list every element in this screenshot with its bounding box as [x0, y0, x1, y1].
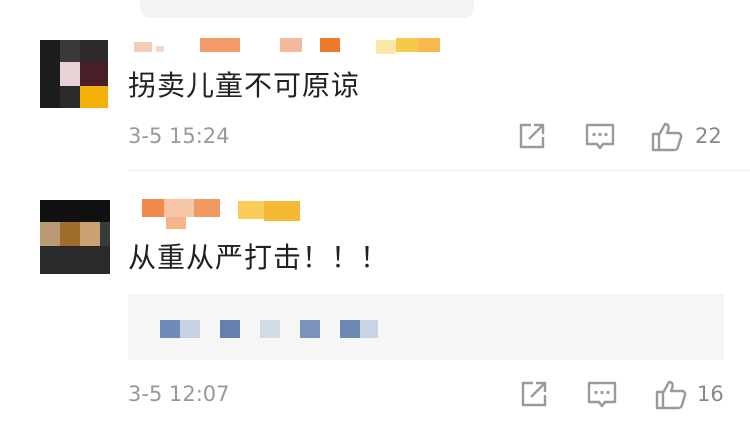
- avatar[interactable]: [40, 40, 108, 108]
- quoted-reply[interactable]: [128, 294, 724, 360]
- comment-item: 拐卖儿童不可原谅 3-5 15:24 22: [0, 28, 750, 168]
- share-button[interactable]: [518, 122, 546, 150]
- like-button[interactable]: [655, 380, 687, 410]
- share-icon: [519, 123, 545, 149]
- like-button[interactable]: [651, 122, 683, 152]
- previous-reply-box: [140, 0, 474, 18]
- reply-button[interactable]: [585, 122, 615, 152]
- comment-meta: 3-5 12:07 16: [0, 380, 750, 410]
- comment-icon: [587, 381, 617, 408]
- username-mosaic[interactable]: [130, 38, 460, 58]
- thumbs-up-icon: [651, 122, 683, 152]
- comment-icon: [585, 123, 615, 150]
- comment-text: 拐卖儿童不可原谅: [128, 69, 361, 102]
- comment-meta: 3-5 15:24 22: [0, 122, 750, 152]
- comment-divider: [128, 170, 750, 171]
- avatar[interactable]: [40, 200, 110, 274]
- username-mosaic[interactable]: [130, 199, 460, 229]
- like-count: 22: [695, 124, 722, 148]
- comment-item: 从重从严打击！！！ 3-5 12:07 16: [0, 190, 750, 429]
- share-button[interactable]: [520, 380, 548, 408]
- thumbs-up-icon: [655, 380, 687, 410]
- comment-timestamp: 3-5 12:07: [128, 382, 230, 406]
- comment-timestamp: 3-5 15:24: [128, 124, 230, 148]
- comment-text: 从重从严打击！！！: [128, 241, 390, 274]
- like-count: 16: [697, 382, 724, 406]
- share-icon: [521, 381, 547, 407]
- reply-button[interactable]: [587, 380, 617, 410]
